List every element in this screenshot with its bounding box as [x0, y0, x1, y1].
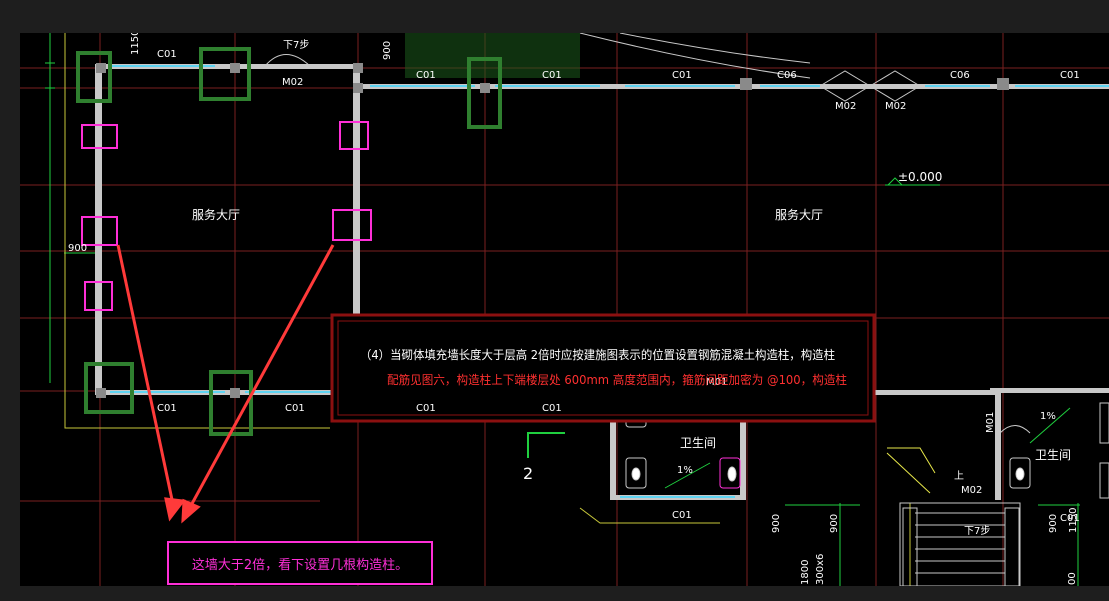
dim-1800: 1800 — [800, 560, 811, 585]
section-mark — [527, 432, 565, 458]
note-box — [330, 313, 876, 423]
note-line-2: 配筋见图六，构造柱上下端楼层处 600mm 高度范围内，箍筋间距加密为 @100… — [387, 372, 847, 387]
door-label-m01: M01 — [985, 412, 996, 433]
window-label-c01: C01 — [1060, 70, 1080, 81]
section-mark-label: 2 — [523, 464, 533, 483]
window-label-c01: C01 — [285, 403, 305, 414]
window-strips — [110, 65, 1109, 498]
door-label-m02: M02 — [835, 101, 856, 112]
door-label-m02: M02 — [961, 485, 982, 496]
window-label-c01: C01 — [672, 510, 692, 521]
dim-900: 900 — [382, 41, 393, 60]
window-label-c01: C01 — [416, 70, 436, 81]
dim-00: 00 — [1067, 572, 1078, 585]
floor-plan-drawing: 服务大厅 服务大厅 卫生间 卫生间 ±0.000 2 上 下7步 下7步 C01… — [20, 33, 1109, 586]
door-label-m02: M02 — [282, 77, 303, 88]
window-label-c01: C01 — [542, 70, 562, 81]
callout-text: 这墙大于2倍，看下设置几根构造柱。 — [191, 557, 409, 573]
room-label-right: 服务大厅 — [775, 207, 823, 222]
question-callout: 这墙大于2倍，看下设置几根构造柱。 — [167, 541, 433, 585]
dim-1150: 1150 — [1068, 508, 1079, 533]
toilet-label-2: 卫生间 — [1035, 448, 1071, 462]
window-label-c01: C01 — [157, 49, 177, 60]
toilet-label-1: 卫生间 — [680, 436, 716, 450]
top-arcs — [579, 33, 811, 79]
dim-900: 900 — [68, 243, 87, 254]
dim-900: 900 — [1048, 514, 1059, 533]
slope-label: 1% — [677, 465, 693, 476]
stair-steps-label-1: 下7步 — [964, 525, 990, 537]
stair-up-label: 上 — [954, 470, 964, 482]
window-label-c06: C06 — [950, 70, 970, 81]
elevation-label: ±0.000 — [898, 170, 942, 184]
window-label-c06: C06 — [777, 70, 797, 81]
room-label-left: 服务大厅 — [192, 207, 240, 222]
left-dimension-line — [45, 33, 100, 383]
window-label-c01: C01 — [416, 403, 436, 414]
slope-label: 1% — [1040, 411, 1056, 422]
dim-1150: 1150 — [130, 33, 141, 55]
dim-900: 900 — [829, 514, 840, 533]
drawing-canvas[interactable]: 服务大厅 服务大厅 卫生间 卫生间 ±0.000 2 上 下7步 下7步 C01… — [20, 33, 1109, 586]
note-line-1: （4）当砌体填充墙长度大于层高 2倍时应按建施图表示的位置设置钢筋混凝土构造柱，… — [360, 347, 835, 362]
window-label-c01: C01 — [672, 70, 692, 81]
red-arrows — [116, 244, 335, 524]
cad-window: 服务大厅 服务大厅 卫生间 卫生间 ±0.000 2 上 下7步 下7步 C01… — [0, 0, 1109, 601]
dim-300x6: 300x6 — [815, 554, 826, 585]
door-label-m02: M02 — [885, 101, 906, 112]
window-label-c01: C01 — [157, 403, 177, 414]
stair-steps-label-2: 下7步 — [283, 39, 309, 51]
window-label-c01: C01 — [542, 403, 562, 414]
dim-900: 900 — [771, 514, 782, 533]
